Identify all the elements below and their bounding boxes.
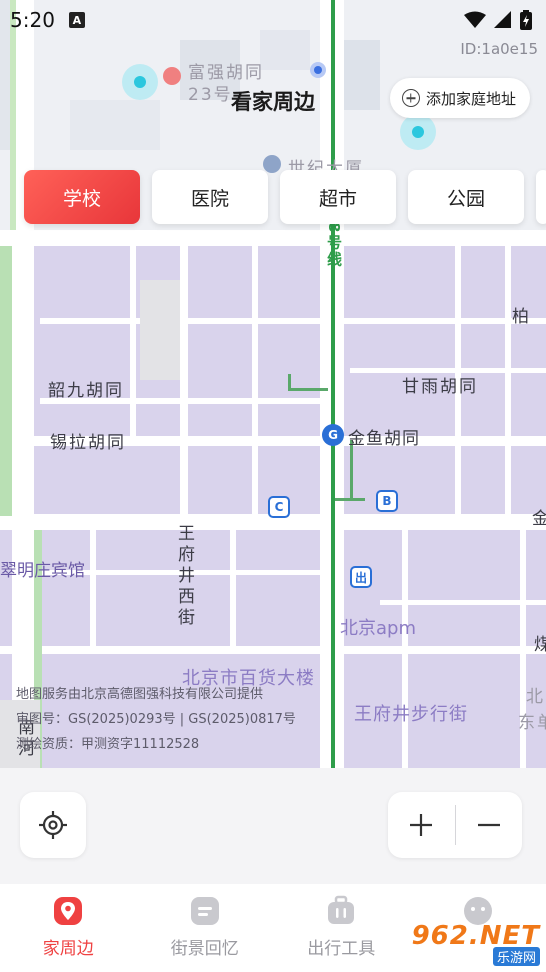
map-label-bai-edge: 柏 — [512, 307, 531, 327]
tab-park[interactable]: 公园 — [408, 170, 524, 224]
map-credit-license: 测绘资质：甲测资字11112528 — [16, 737, 200, 752]
map-label-walking-street: 王府井步行街 — [354, 704, 468, 725]
zoom-in-button[interactable] — [388, 792, 455, 858]
map-label-dongdan-edge: 东单 — [518, 713, 546, 733]
bottom-nav: 家周边 街景回忆 出行工具 962.NET 乐游网 — [0, 884, 546, 972]
category-tabs: 学校 医院 超市 公园 — [24, 170, 546, 224]
battery-icon — [520, 10, 532, 30]
map-credit-provider: 地图服务由北京高德图强科技有限公司提供 — [16, 687, 264, 702]
plus-circle-icon — [401, 89, 420, 107]
wifi-icon — [464, 11, 486, 28]
nav-label-travel: 出行工具 — [307, 939, 376, 959]
signal-icon — [494, 11, 511, 28]
locate-icon — [39, 811, 67, 839]
nav-home-surroundings[interactable]: 家周边 — [0, 884, 137, 972]
location-pin-icon — [54, 897, 83, 925]
status-bar: 5:20 A — [0, 0, 546, 40]
zoom-out-button[interactable] — [456, 792, 523, 858]
subway-exit-icon[interactable]: 出 — [350, 566, 372, 588]
nav-label-home: 家周边 — [42, 939, 94, 959]
tab-hospital[interactable]: 医院 — [152, 170, 268, 224]
bus-stop-c-icon[interactable]: C — [268, 496, 290, 518]
memo-icon — [190, 897, 219, 925]
map-controls — [0, 768, 546, 884]
watermark-sub: 乐游网 — [492, 947, 540, 966]
nav-travel-tools[interactable]: 出行工具 — [273, 884, 410, 972]
locate-button[interactable] — [20, 792, 86, 858]
map-id-label: ID:1a0e15 — [460, 40, 538, 58]
map-label-bei-edge: 北 — [526, 687, 545, 707]
map-label-wangfujing-west: 王府井西街 — [174, 524, 194, 629]
tab-supermarket[interactable]: 超市 — [280, 170, 396, 224]
map-label-line8: 8号线 — [325, 222, 343, 269]
plus-icon — [410, 814, 433, 836]
map-label-jinyu-station: 金鱼胡同 — [348, 429, 420, 449]
add-home-address-label: 添加家庭地址 — [425, 89, 516, 108]
add-home-address-button[interactable]: 添加家庭地址 — [389, 78, 530, 118]
map-label-ganyu: 甘雨胡同 — [402, 377, 478, 397]
tab-school[interactable]: 学校 — [24, 170, 140, 224]
suitcase-icon — [328, 895, 355, 924]
nav-label-memories: 街景回忆 — [170, 939, 239, 959]
map-label-xila: 锡拉胡同 — [50, 433, 126, 453]
map-credit-approval: 审图号：GS(2025)0293号 | GS(2025)0817号 — [16, 712, 296, 727]
tab-more-partial[interactable] — [536, 170, 546, 224]
status-time: 5:20 — [10, 8, 55, 32]
watermark-logo: 962.NET 乐游网 — [412, 921, 540, 966]
map-label-shaojiu: 韶九胡同 — [48, 381, 124, 401]
minus-icon — [477, 823, 500, 827]
notification-icon: A — [68, 12, 85, 28]
nav-street-memories[interactable]: 街景回忆 — [137, 884, 274, 972]
subway-station-icon[interactable]: G — [322, 424, 344, 446]
map-label-yan-edge: 煤 — [534, 635, 546, 655]
map-label-jin-edge: 金 — [532, 509, 546, 529]
map-label-cuimingzhuang: 翠明庄宾馆 — [0, 561, 85, 581]
map-label-beijing-apm: 北京apm — [340, 618, 416, 639]
bus-stop-b-icon[interactable]: B — [376, 490, 398, 512]
zoom-controls — [388, 792, 522, 858]
